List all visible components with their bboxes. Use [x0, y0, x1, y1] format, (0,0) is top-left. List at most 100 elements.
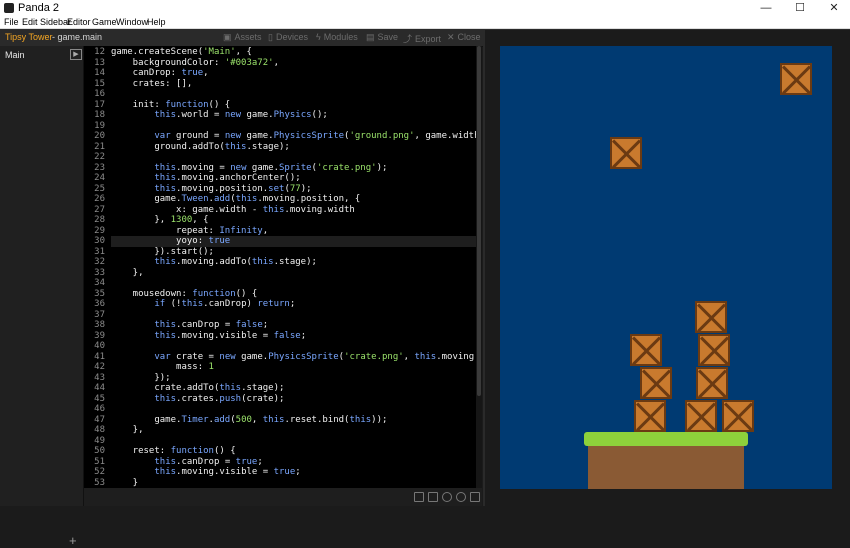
code-token: .moving.position, { — [257, 194, 361, 204]
modules-icon: ϟ — [316, 32, 321, 42]
close-project-button[interactable]: ✕ Close — [447, 32, 481, 43]
code-token: yoyo: — [111, 236, 209, 246]
code-token: .moving.width — [284, 204, 355, 215]
code-line[interactable]: this.canDrop = false; — [111, 320, 268, 331]
code-line[interactable]: repeat: Infinity, — [111, 226, 268, 237]
code-line[interactable]: init: function() { — [111, 100, 231, 111]
code-line[interactable]: canDrop: true, — [111, 68, 209, 79]
code-line[interactable]: this.moving.addTo(this.stage); — [111, 257, 317, 268]
code-token: this — [219, 383, 242, 393]
export-icon: ⤴ — [403, 34, 413, 44]
zoom-out-icon[interactable] — [456, 492, 466, 502]
code-line[interactable]: crate.addTo(this.stage); — [111, 383, 284, 394]
code-line[interactable]: backgroundColor: '#003a72', — [111, 58, 279, 69]
code-token: .reset.bind( — [284, 414, 350, 425]
image-icon[interactable] — [428, 492, 438, 502]
editor-bottom-bar — [84, 488, 482, 506]
code-line[interactable]: }, — [111, 425, 144, 436]
game-canvas[interactable] — [500, 46, 832, 489]
line-number: 34 — [94, 278, 105, 288]
code-line[interactable]: var ground = new game.PhysicsSprite('gro… — [111, 131, 479, 142]
play-icon[interactable]: ▶ — [70, 49, 82, 60]
code-token: Sprite — [279, 162, 312, 173]
code-token: this — [181, 299, 204, 309]
code-line[interactable]: this.canDrop = true; — [111, 457, 262, 468]
code-token: add — [213, 414, 231, 425]
panel-toggle-icon[interactable] — [470, 492, 480, 502]
code-line[interactable]: game.createScene('Main', { — [111, 47, 252, 58]
code-token: false — [273, 330, 301, 341]
code-line[interactable]: this.moving.position.set(77); — [111, 184, 311, 195]
code-token: () { — [213, 446, 236, 456]
menu-file[interactable]: File — [4, 16, 19, 28]
layout-icon[interactable] — [414, 492, 424, 502]
code-token: game. — [111, 414, 182, 425]
code-line[interactable]: game.Timer.add(500, this.reset.bind(this… — [111, 415, 387, 426]
code-area[interactable]: game.createScene('Main', { backgroundCol… — [111, 46, 482, 488]
add-icon[interactable]: + — [69, 534, 77, 547]
code-line[interactable]: this.moving.visible = false; — [111, 331, 306, 342]
code-line[interactable]: game.Tween.add(this.moving.position, { — [111, 194, 360, 205]
code-line[interactable]: mousedown: function() { — [111, 288, 258, 300]
sidebar: Main ▶ + — [0, 46, 84, 547]
code-line[interactable]: ground.addTo(this.stage); — [111, 142, 290, 153]
close-window-button[interactable]: ✕ — [817, 0, 850, 16]
line-number: 39 — [94, 330, 105, 341]
code-token: repeat: — [111, 225, 220, 236]
code-line[interactable]: this.crates.push(crate); — [111, 394, 284, 405]
export-button[interactable]: ⤴ Export — [403, 32, 441, 45]
code-line[interactable]: }).start(); — [111, 247, 214, 258]
menu-help[interactable]: Help — [147, 16, 166, 28]
line-number: 31 — [94, 246, 105, 257]
menu-window[interactable]: Window — [116, 16, 148, 28]
menu-editor[interactable]: Editor — [67, 16, 91, 28]
code-line[interactable]: }); — [111, 373, 170, 384]
code-token: , { — [235, 47, 252, 57]
code-line[interactable]: yoyo: true — [111, 236, 482, 247]
zoom-in-icon[interactable] — [442, 492, 452, 502]
code-editor[interactable]: 12 13 14 15 16 17 18 19 20 21 22 23 24 25 26 27 28 29 30 31… — [84, 46, 482, 488]
line-number: 27 — [94, 204, 105, 215]
code-line[interactable]: x: game.width - this.moving.width — [111, 205, 355, 216]
code-token: this — [154, 173, 177, 183]
code-token: this — [154, 110, 177, 120]
code-token: .world = — [176, 110, 225, 120]
code-line[interactable]: }, 1300, { — [111, 215, 208, 226]
save-button[interactable]: ▤ Save — [366, 32, 398, 43]
menu-edit[interactable]: Edit — [22, 16, 38, 28]
code-line[interactable]: this.world = new game.Physics(); — [111, 110, 327, 121]
line-number: 45 — [94, 393, 105, 404]
code-line[interactable]: reset: function() { — [111, 446, 236, 457]
code-line[interactable]: } — [111, 478, 138, 489]
code-token: Infinity — [219, 225, 263, 236]
vertical-scrollbar[interactable] — [476, 46, 482, 488]
modules-button[interactable]: ϟ Modules — [316, 32, 358, 42]
minimize-button[interactable]: — — [749, 0, 783, 16]
code-line[interactable]: this.moving.anchorCenter(); — [111, 173, 300, 184]
devices-button[interactable]: ▯ Devices — [268, 32, 308, 43]
code-token: 'crate.png' — [344, 351, 404, 362]
maximize-button[interactable]: ☐ — [783, 0, 817, 16]
sidebar-item-main[interactable]: Main — [5, 50, 25, 60]
menu-game[interactable]: Game — [92, 16, 117, 28]
line-number: 30 — [94, 236, 105, 246]
code-line[interactable]: }, — [111, 268, 144, 279]
line-number: 49 — [94, 435, 105, 446]
code-line[interactable]: if (!this.canDrop) return; — [111, 299, 295, 310]
code-token: add — [213, 194, 231, 204]
code-line[interactable]: this.moving = new game.Sprite('crate.png… — [111, 163, 387, 174]
code-line[interactable]: crates: [], — [111, 79, 193, 90]
code-token: push — [219, 393, 242, 404]
code-token: x: game.width - — [111, 204, 263, 215]
assets-button[interactable]: ▣ Assets — [223, 32, 262, 43]
code-line[interactable]: var crate = new game.PhysicsSprite('crat… — [111, 352, 482, 363]
code-line[interactable]: mass: 1 — [111, 362, 214, 373]
scrollbar-thumb[interactable] — [477, 46, 481, 396]
code-line[interactable]: this.moving.visible = true; — [111, 467, 300, 478]
code-token: function — [192, 288, 236, 299]
